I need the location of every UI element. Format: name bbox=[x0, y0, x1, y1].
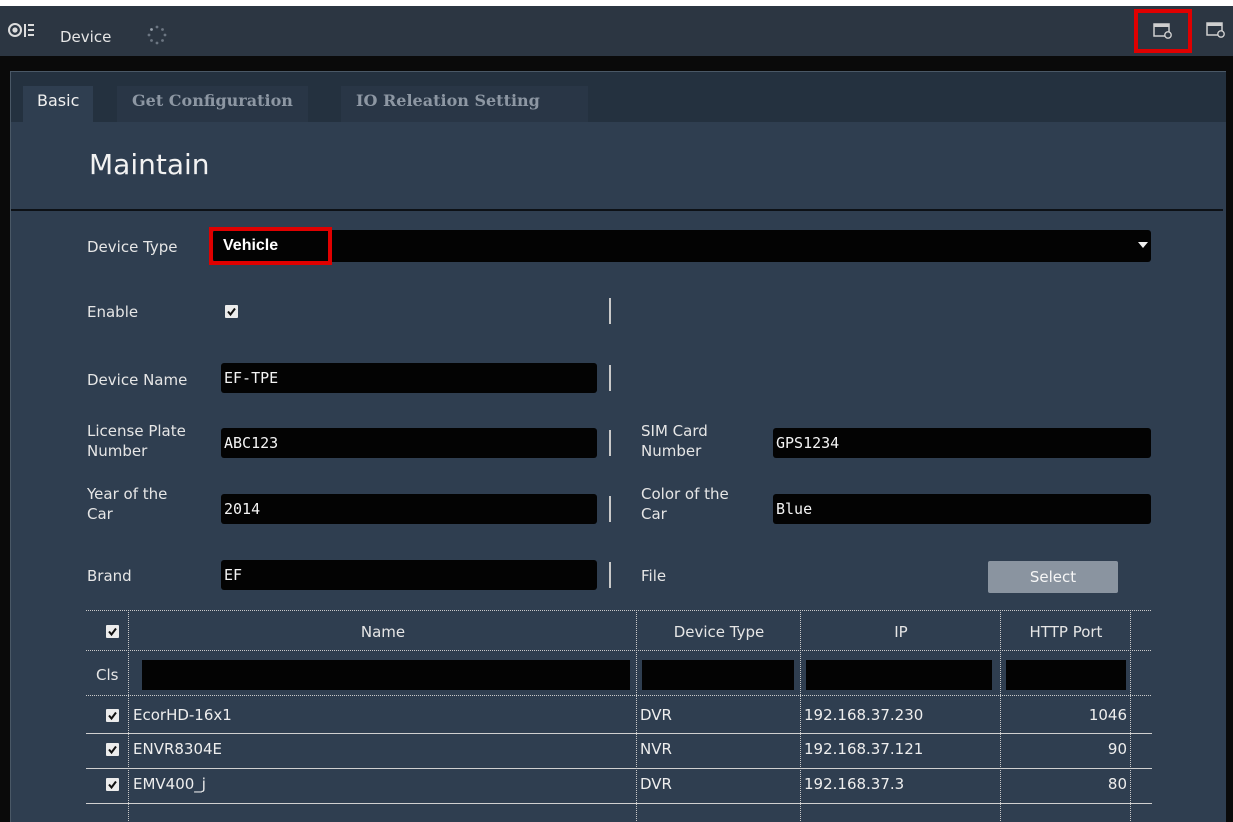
row-separator bbox=[86, 733, 1152, 734]
col-divider bbox=[636, 610, 637, 822]
header-name[interactable]: Name bbox=[130, 620, 636, 644]
cell-ip: 192.168.37.121 bbox=[804, 740, 924, 758]
enable-checkbox[interactable] bbox=[225, 305, 238, 318]
filter-device-type-input[interactable] bbox=[642, 660, 794, 690]
filter-ip-input[interactable] bbox=[806, 660, 992, 690]
color-label-1: Color of the bbox=[641, 485, 729, 503]
checkbox-checked-icon bbox=[108, 745, 117, 755]
cell-name: ENVR8304E bbox=[133, 740, 223, 758]
window-settings-button[interactable] bbox=[1134, 9, 1192, 53]
checkbox-checked-icon bbox=[108, 780, 117, 790]
device-name-label: Device Name bbox=[87, 371, 188, 389]
device-type-value: Vehicle bbox=[209, 227, 332, 265]
title-bar: Device bbox=[0, 6, 1233, 56]
select-file-button[interactable]: Select bbox=[988, 561, 1118, 593]
brand-label: Brand bbox=[87, 567, 132, 585]
cell-ip: 192.168.37.3 bbox=[804, 775, 905, 793]
cell-name: EcorHD-16x1 bbox=[133, 706, 232, 724]
table-border-top bbox=[86, 610, 1152, 611]
cell-device-type: DVR bbox=[640, 775, 672, 793]
brand-input[interactable]: EF bbox=[221, 560, 597, 590]
cell-device-type: DVR bbox=[640, 706, 672, 724]
row-checkbox[interactable] bbox=[106, 709, 119, 722]
color-input[interactable]: Blue bbox=[773, 494, 1151, 524]
loading-spinner-icon bbox=[146, 24, 168, 46]
header-device-type[interactable]: Device Type bbox=[638, 620, 800, 644]
year-label-1: Year of the bbox=[87, 485, 168, 503]
column-separator bbox=[609, 430, 611, 456]
tab-bar: Basic Get Configuration IO Releation Set… bbox=[11, 72, 1226, 122]
sim-card-input[interactable]: GPS1234 bbox=[773, 428, 1151, 458]
device-type-select[interactable]: Vehicle bbox=[209, 227, 1151, 265]
col-divider bbox=[800, 610, 801, 822]
header-ip[interactable]: IP bbox=[802, 620, 1000, 644]
year-input[interactable]: 2014 bbox=[221, 494, 597, 524]
column-separator bbox=[609, 298, 611, 324]
select-all-checkbox[interactable] bbox=[106, 625, 119, 638]
tab-get-configuration[interactable]: Get Configuration bbox=[117, 86, 308, 122]
license-plate-label-1: License Plate bbox=[87, 422, 186, 440]
dropdown-caret-icon bbox=[1138, 242, 1148, 248]
clear-filter-label[interactable]: Cls bbox=[96, 666, 118, 684]
enable-label: Enable bbox=[87, 303, 139, 321]
cell-http-port: 1046 bbox=[1088, 706, 1127, 724]
cell-device-type: NVR bbox=[640, 740, 672, 758]
file-label: File bbox=[641, 567, 667, 585]
filter-name-input[interactable] bbox=[142, 660, 630, 690]
color-label-2: Car bbox=[641, 505, 667, 523]
tab-basic[interactable]: Basic bbox=[23, 86, 94, 122]
device-type-label: Device Type bbox=[87, 238, 178, 256]
license-plate-input[interactable]: ABC123 bbox=[221, 428, 597, 458]
window-settings-icon bbox=[1153, 23, 1172, 39]
col-divider bbox=[128, 610, 129, 822]
checkbox-checked-icon bbox=[227, 307, 236, 317]
cell-ip: 192.168.37.230 bbox=[804, 706, 924, 724]
col-divider bbox=[1130, 610, 1131, 822]
row-separator bbox=[86, 803, 1152, 804]
header-http-port[interactable]: HTTP Port bbox=[1002, 620, 1130, 644]
table-filter-line bbox=[86, 695, 1152, 696]
column-separator bbox=[609, 496, 611, 522]
divider bbox=[11, 209, 1223, 211]
section-title: Maintain bbox=[89, 148, 210, 181]
column-separator bbox=[609, 562, 611, 588]
filter-http-port-input[interactable] bbox=[1006, 660, 1126, 690]
column-separator bbox=[609, 365, 611, 391]
cell-http-port: 80 bbox=[1107, 775, 1127, 793]
table-header-line bbox=[86, 650, 1152, 651]
row-separator bbox=[86, 768, 1152, 769]
row-checkbox[interactable] bbox=[106, 778, 119, 791]
year-label-2: Car bbox=[87, 505, 113, 523]
col-divider bbox=[1000, 610, 1001, 822]
row-checkbox[interactable] bbox=[106, 743, 119, 756]
app-logo-icon bbox=[8, 22, 38, 42]
checkbox-checked-icon bbox=[108, 711, 117, 721]
window-title: Device bbox=[60, 28, 112, 46]
window-settings-icon-2 bbox=[1206, 22, 1225, 38]
tab-io-relation-setting[interactable]: IO Releation Setting bbox=[341, 86, 588, 122]
window-settings-button-2[interactable] bbox=[1206, 20, 1226, 40]
checkbox-checked-icon bbox=[108, 627, 117, 637]
sim-card-label-1: SIM Card bbox=[641, 422, 708, 440]
cell-name: EMV400_j bbox=[133, 775, 206, 793]
device-name-input[interactable]: EF-TPE bbox=[221, 363, 597, 393]
sim-card-label-2: Number bbox=[641, 442, 702, 460]
license-plate-label-2: Number bbox=[87, 442, 148, 460]
cell-http-port: 90 bbox=[1107, 740, 1127, 758]
